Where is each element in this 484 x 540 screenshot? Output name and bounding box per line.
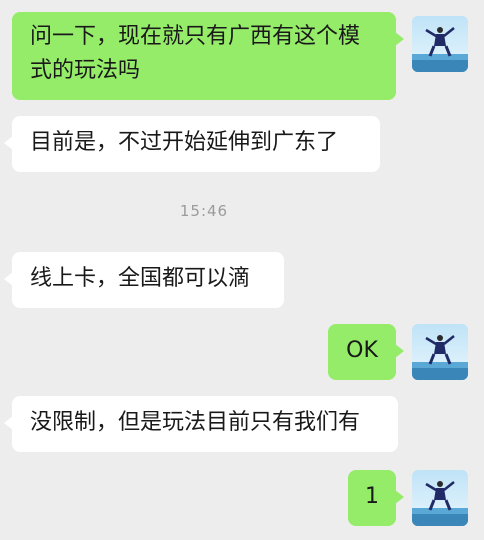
avatar-image	[412, 324, 468, 380]
message-bubble-outgoing[interactable]: 问一下，现在就只有广西有这个模式的玩法吗	[12, 12, 404, 100]
message-bubble-incoming[interactable]: 线上卡，全国都可以滴	[4, 252, 284, 308]
chat-window: 问一下，现在就只有广西有这个模式的玩法吗 目前是，不过开始延伸到广东了 15:4…	[0, 0, 484, 540]
avatar-image	[412, 16, 468, 72]
message-bubble-incoming[interactable]: 目前是，不过开始延伸到广东了	[4, 116, 380, 172]
timestamp: 15:46	[179, 202, 229, 220]
avatar-image	[412, 470, 468, 526]
message-bubble-outgoing[interactable]: OK	[328, 324, 404, 380]
message-bubble-incoming[interactable]: 没限制，但是玩法目前只有我们有	[4, 396, 398, 452]
user-avatar[interactable]	[412, 16, 468, 72]
user-avatar[interactable]	[412, 324, 468, 380]
user-avatar[interactable]	[412, 470, 468, 526]
message-bubble-outgoing[interactable]: 1	[348, 470, 404, 526]
